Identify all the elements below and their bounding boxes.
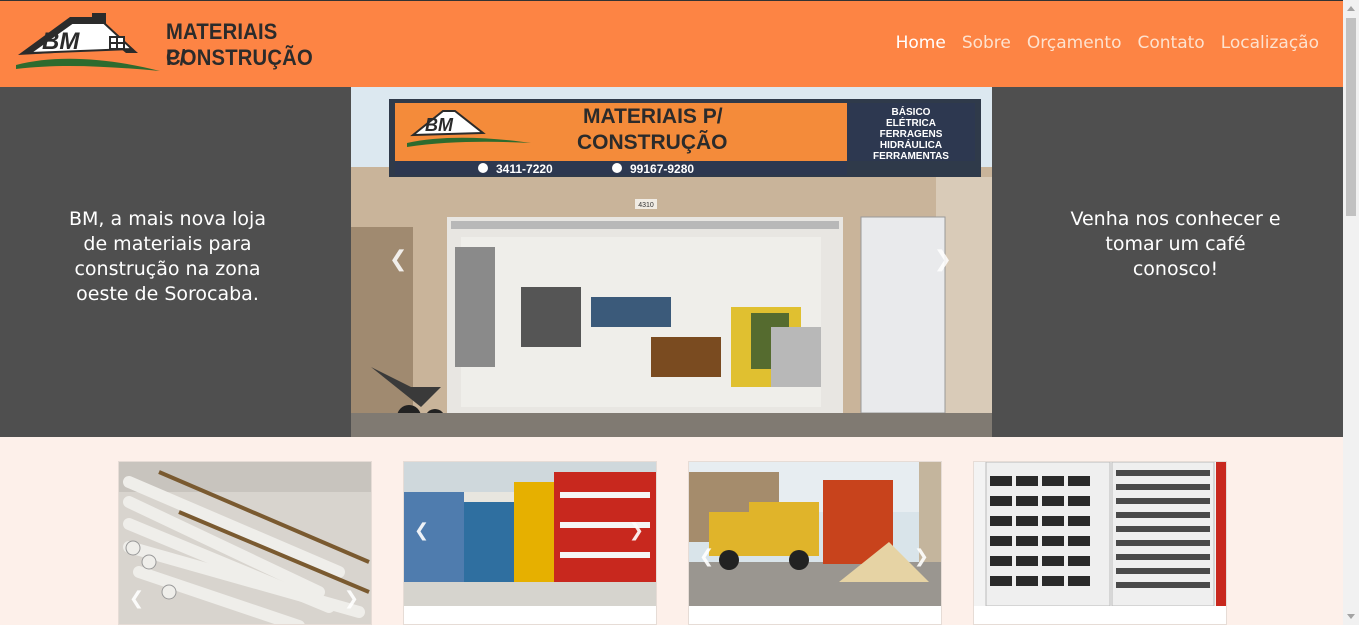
nav-contato[interactable]: Contato	[1138, 33, 1205, 53]
card-store-aisle[interactable]: ❮ ❯	[403, 461, 657, 625]
card-next-icon[interactable]: ❯	[344, 588, 359, 609]
storefront-illustration: BM MATERIAIS P/ CONSTRUÇÃO BÁSICO ELÉTRI…	[351, 87, 992, 437]
sign-title-line1: MATERIAIS P/	[583, 105, 723, 128]
card-photo	[689, 462, 941, 606]
hero-section: BM, a mais nova loja de materiais para c…	[0, 87, 1343, 437]
sign-category: ELÉTRICA	[886, 116, 936, 129]
carousel-next-icon[interactable]: ❯	[934, 247, 952, 272]
card-prev-icon[interactable]: ❮	[129, 588, 144, 609]
card-photo	[119, 462, 371, 624]
logo-monogram: BM	[42, 28, 80, 55]
sign-whatsapp: 99167-9280	[630, 162, 694, 176]
hero-left-text: BM, a mais nova loja de materiais para c…	[69, 208, 266, 305]
pipes-image	[119, 462, 371, 624]
building-number: 4310	[638, 202, 654, 209]
sign-phone: 3411-7220	[496, 162, 553, 176]
card-pipes[interactable]: ❮ ❯	[118, 461, 372, 625]
sign-category: HIDRÁULICA	[880, 138, 942, 151]
card-photo	[404, 462, 656, 606]
store-aisle-image	[404, 462, 656, 606]
bricks-truck-image	[689, 462, 941, 606]
whatsapp-icon	[612, 163, 622, 173]
nav-orcamento[interactable]: Orçamento	[1027, 33, 1122, 53]
scroll-up-icon[interactable]	[1343, 0, 1359, 16]
card-bricks-sand-truck[interactable]: ❮ ❯	[688, 461, 942, 625]
phone-icon	[478, 163, 488, 173]
main-nav: Home Sobre Orçamento Contato Localização	[896, 33, 1319, 53]
logo-house-icon: BM	[16, 13, 160, 71]
hero-storefront-image: BM MATERIAIS P/ CONSTRUÇÃO BÁSICO ELÉTRI…	[351, 87, 992, 437]
card-next-icon[interactable]: ❯	[914, 546, 929, 567]
sign-title-line2: CONSTRUÇÃO	[577, 131, 728, 154]
nav-home[interactable]: Home	[896, 33, 946, 53]
navbar: BM MATERIAIS P/ CONSTRUÇÃO Home Sobre Or…	[0, 1, 1343, 87]
brand-logo[interactable]: BM MATERIAIS P/ CONSTRUÇÃO	[14, 11, 314, 77]
scroll-down-icon[interactable]	[1343, 609, 1359, 625]
nav-localizacao[interactable]: Localização	[1221, 33, 1319, 53]
scroll-thumb[interactable]	[1346, 18, 1356, 216]
card-hardware-shelves[interactable]	[973, 461, 1227, 625]
card-prev-icon[interactable]: ❮	[699, 546, 714, 567]
sign-category: BÁSICO	[892, 105, 931, 118]
card-photo	[974, 462, 1226, 606]
page-scrollbar[interactable]	[1343, 0, 1359, 625]
sign-monogram: BM	[425, 115, 454, 135]
card-prev-icon[interactable]: ❮	[414, 520, 429, 541]
nav-sobre[interactable]: Sobre	[962, 33, 1011, 53]
card-next-icon[interactable]: ❯	[629, 520, 644, 541]
sign-category: FERRAGENS	[880, 129, 943, 140]
carousel-prev-icon[interactable]: ❮	[389, 247, 407, 272]
sign-category: FERRAMENTAS	[873, 151, 949, 162]
logo-line2: CONSTRUÇÃO	[166, 45, 313, 70]
product-cards: ❮ ❯ ❮ ❯ ❮ ❯	[118, 461, 1227, 625]
hero-right-text: Venha nos conhecer e tomar um café conos…	[1070, 208, 1281, 280]
hardware-shelves-image	[974, 462, 1226, 606]
